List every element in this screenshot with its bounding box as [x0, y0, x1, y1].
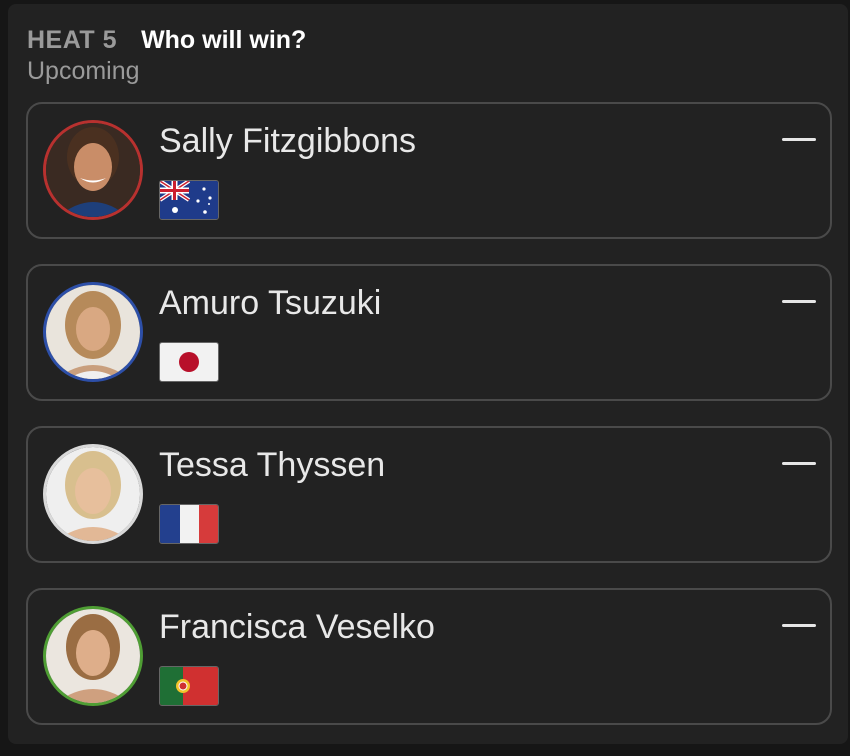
surfer-avatar [43, 606, 143, 706]
surfer-avatar [43, 444, 143, 544]
surfer-avatar [43, 282, 143, 382]
heat-status: Upcoming [27, 57, 140, 85]
surfer-name: Sally Fitzgibbons [159, 122, 417, 160]
no-pick-dash [782, 624, 816, 627]
surfer-name: Tessa Thyssen [159, 446, 386, 484]
heat-prediction-panel: HEAT 5 Who will win? Upcoming Sally Fitz… [8, 4, 848, 744]
surfer-card[interactable]: Tessa Thyssen [26, 426, 832, 563]
portugal-flag-icon [159, 666, 219, 706]
no-pick-dash [782, 300, 816, 303]
surfer-name: Amuro Tsuzuki [159, 284, 382, 322]
surfer-avatar [43, 120, 143, 220]
surfer-card[interactable]: Francisca Veselko [26, 588, 832, 725]
no-pick-dash [782, 138, 816, 141]
surfer-card[interactable]: Sally Fitzgibbons [26, 102, 832, 239]
prediction-question: Who will win? [141, 26, 307, 54]
japan-flag-icon [159, 342, 219, 382]
surfer-name: Francisca Veselko [159, 608, 435, 646]
australia-flag-icon [159, 180, 219, 220]
surfer-card[interactable]: Amuro Tsuzuki [26, 264, 832, 401]
heat-label: HEAT 5 [27, 26, 118, 54]
no-pick-dash [782, 462, 816, 465]
heat-header: HEAT 5 Who will win? Upcoming [27, 26, 306, 86]
france-flag-icon [159, 504, 219, 544]
